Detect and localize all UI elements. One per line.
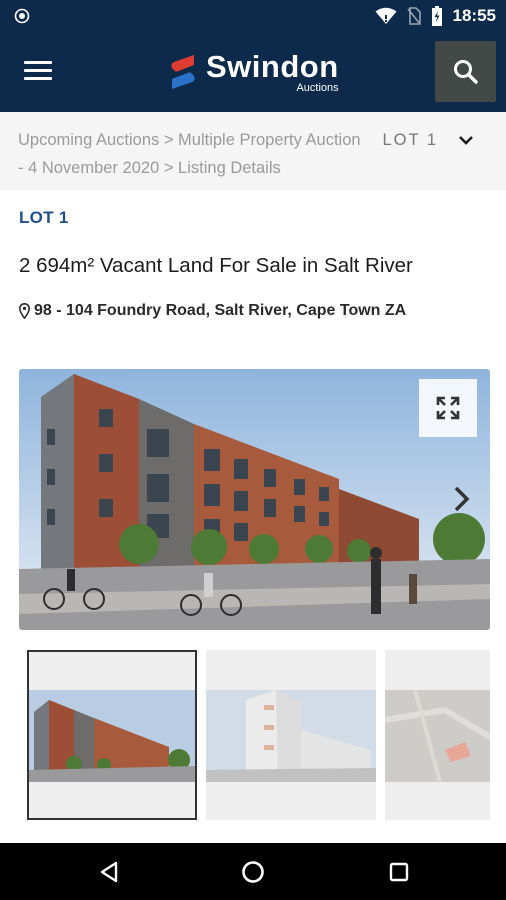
breadcrumb-bar: Upcoming Auctions > Multiple Property Au… bbox=[0, 112, 506, 190]
chevron-down-icon bbox=[459, 136, 473, 145]
search-icon bbox=[453, 59, 478, 84]
status-bar: 18:55 bbox=[0, 0, 506, 32]
thumbnail-image bbox=[385, 689, 490, 783]
back-button[interactable] bbox=[92, 855, 126, 889]
recents-button[interactable] bbox=[382, 855, 416, 889]
listing-address: 98 - 104 Foundry Road, Salt River, Cape … bbox=[19, 302, 406, 320]
next-image-button[interactable] bbox=[447, 479, 477, 519]
app-bar: Swindon Auctions bbox=[0, 32, 506, 112]
thumbnail-apartment-tower-render[interactable] bbox=[206, 650, 376, 820]
system-nav-bar bbox=[0, 843, 506, 900]
wifi-icon bbox=[375, 7, 397, 24]
thumbnail-image bbox=[206, 690, 376, 782]
lot-selector-label: LOT 1 bbox=[382, 131, 438, 149]
thumbnail-site-map-aerial[interactable] bbox=[385, 650, 490, 820]
hamburger-menu-icon[interactable] bbox=[20, 56, 56, 88]
search-button[interactable] bbox=[435, 41, 496, 102]
recents-square-icon bbox=[389, 862, 409, 882]
map-pin-icon bbox=[19, 303, 30, 319]
expand-image-button[interactable] bbox=[419, 379, 477, 437]
status-time: 18:55 bbox=[452, 6, 496, 25]
thumbnail-building-render[interactable] bbox=[27, 650, 197, 820]
logo-subtitle: Auctions bbox=[296, 81, 339, 94]
listing-title: 2 694m² Vacant Land For Sale in Salt Riv… bbox=[19, 254, 413, 277]
home-circle-icon bbox=[242, 861, 264, 883]
chevron-right-icon bbox=[454, 486, 470, 512]
lot-selector-dropdown[interactable]: LOT 1 bbox=[382, 126, 474, 154]
logo-name: Swindon bbox=[206, 48, 339, 84]
battery-charging-icon bbox=[431, 6, 442, 26]
home-button[interactable] bbox=[236, 855, 270, 889]
shield-icon bbox=[14, 8, 30, 24]
listing-hero-image[interactable] bbox=[19, 369, 490, 630]
thumbnail-image bbox=[29, 690, 195, 782]
swindon-auctions-logo[interactable]: Swindon Auctions bbox=[168, 46, 339, 98]
no-sim-icon bbox=[406, 7, 421, 25]
back-triangle-icon bbox=[100, 861, 118, 883]
address-text: 98 - 104 Foundry Road, Salt River, Cape … bbox=[34, 302, 407, 319]
breadcrumb[interactable]: Upcoming Auctions > Multiple Property Au… bbox=[18, 126, 368, 182]
logo-mark-icon bbox=[171, 55, 195, 89]
expand-icon bbox=[436, 396, 460, 420]
lot-label: LOT 1 bbox=[19, 208, 69, 227]
thumbnail-strip bbox=[27, 650, 490, 820]
